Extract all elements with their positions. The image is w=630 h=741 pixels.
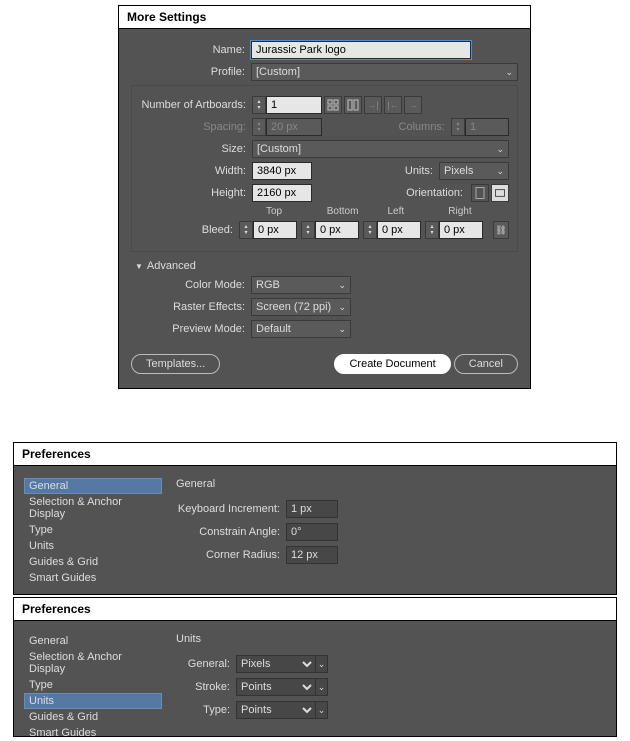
keyboard-increment-label: Keyboard Increment:	[176, 503, 286, 515]
create-document-button[interactable]: Create Document	[334, 354, 450, 374]
orientation-label: Orientation:	[312, 187, 469, 199]
sidebar-item-smart-guides[interactable]: Smart Guides	[24, 725, 162, 741]
artboard-group: Number of Artboards: →| |← → Spacing: Co…	[131, 85, 518, 252]
preferences-sidebar: General Selection & Anchor Display Type …	[24, 633, 162, 728]
spacing-label: Spacing:	[140, 121, 252, 133]
width-label: Width:	[140, 165, 252, 177]
section-heading: Units	[176, 633, 606, 645]
bleed-left-input[interactable]	[377, 221, 421, 239]
color-mode-label: Color Mode:	[131, 279, 251, 291]
section-heading: General	[176, 478, 606, 490]
sidebar-item-selection[interactable]: Selection & Anchor Display	[24, 494, 162, 522]
sidebar-item-type[interactable]: Type	[24, 522, 162, 538]
arrange-left-icon[interactable]: |←	[384, 96, 402, 114]
type-units-label: Type:	[176, 704, 236, 716]
arrange-right-icon[interactable]: →|	[364, 96, 382, 114]
constrain-angle-label: Constrain Angle:	[176, 526, 286, 538]
num-artboards-input[interactable]	[266, 96, 322, 114]
stroke-units-label: Stroke:	[176, 681, 236, 693]
preferences-sidebar: General Selection & Anchor Display Type …	[24, 478, 162, 586]
bleed-top-label: Top	[266, 206, 327, 217]
size-select[interactable]: [Custom]⌄	[252, 140, 509, 158]
bleed-label: Bleed:	[140, 224, 239, 236]
size-label: Size:	[140, 143, 252, 155]
preferences-general-dialog: Preferences General Selection & Anchor D…	[13, 442, 617, 595]
dialog-title: Preferences	[14, 598, 616, 621]
templates-button[interactable]: Templates...	[131, 354, 220, 374]
sidebar-item-smart-guides[interactable]: Smart Guides	[24, 570, 162, 586]
width-input[interactable]	[252, 162, 312, 180]
grid-by-col-icon[interactable]	[344, 96, 362, 114]
orientation-portrait-button[interactable]	[471, 184, 489, 202]
preview-mode-label: Preview Mode:	[131, 323, 251, 335]
name-input[interactable]	[251, 41, 471, 59]
chevron-down-icon	[316, 655, 328, 673]
arrange-down-icon[interactable]: →	[404, 96, 422, 114]
bleed-bottom-label: Bottom	[327, 206, 388, 217]
units-select[interactable]: Pixels⌄	[439, 162, 509, 180]
color-mode-select[interactable]: RGB⌄	[251, 276, 351, 294]
general-units-select[interactable]: Pixels	[236, 655, 316, 673]
name-label: Name:	[131, 44, 251, 56]
spacing-stepper	[252, 118, 266, 136]
sidebar-item-general[interactable]: General	[24, 633, 162, 649]
chevron-down-icon	[316, 701, 328, 719]
raster-effects-label: Raster Effects:	[131, 301, 251, 313]
preferences-units-dialog: Preferences General Selection & Anchor D…	[13, 597, 617, 737]
bleed-top-input[interactable]	[253, 221, 297, 239]
corner-radius-input[interactable]	[286, 546, 338, 564]
bleed-left-stepper[interactable]	[363, 221, 377, 239]
cancel-button[interactable]: Cancel	[454, 354, 518, 374]
bleed-right-label: Right	[448, 206, 509, 217]
chevron-down-icon	[316, 678, 328, 696]
num-artboards-label: Number of Artboards:	[140, 99, 252, 111]
bleed-right-stepper[interactable]	[425, 221, 439, 239]
dialog-title: Preferences	[14, 443, 616, 466]
orientation-landscape-button[interactable]	[491, 184, 509, 202]
sidebar-item-guides[interactable]: Guides & Grid	[24, 554, 162, 570]
sidebar-item-guides[interactable]: Guides & Grid	[24, 709, 162, 725]
sidebar-item-general[interactable]: General	[24, 478, 162, 494]
bleed-bottom-stepper[interactable]	[301, 221, 315, 239]
units-label: Units:	[312, 165, 439, 177]
advanced-disclosure[interactable]: ▼ Advanced	[135, 260, 518, 272]
keyboard-increment-input[interactable]	[286, 500, 338, 518]
bleed-right-input[interactable]	[439, 221, 483, 239]
height-input[interactable]	[252, 184, 312, 202]
sidebar-item-units[interactable]: Units	[24, 693, 162, 709]
corner-radius-label: Corner Radius:	[176, 549, 286, 561]
preview-mode-select[interactable]: Default⌄	[251, 320, 351, 338]
sidebar-item-type[interactable]: Type	[24, 677, 162, 693]
bleed-bottom-input[interactable]	[315, 221, 359, 239]
bleed-left-label: Left	[388, 206, 449, 217]
general-units-label: General:	[176, 658, 236, 670]
profile-label: Profile:	[131, 66, 251, 78]
columns-stepper	[451, 118, 465, 136]
chevron-down-icon: ▼	[135, 262, 143, 271]
sidebar-item-selection[interactable]: Selection & Anchor Display	[24, 649, 162, 677]
num-artboards-stepper[interactable]	[252, 96, 266, 114]
columns-label: Columns:	[322, 121, 451, 133]
sidebar-item-units[interactable]: Units	[24, 538, 162, 554]
type-units-select[interactable]: Points	[236, 701, 316, 719]
stroke-units-select[interactable]: Points	[236, 678, 316, 696]
new-document-dialog: More Settings Name: Profile: [Custom]⌄ N…	[118, 5, 531, 389]
constrain-angle-input[interactable]	[286, 523, 338, 541]
spacing-input	[266, 118, 322, 136]
columns-input	[465, 118, 509, 136]
grid-by-row-icon[interactable]	[324, 96, 342, 114]
bleed-top-stepper[interactable]	[239, 221, 253, 239]
raster-effects-select[interactable]: Screen (72 ppi)⌄	[251, 298, 351, 316]
profile-select[interactable]: [Custom]⌄	[251, 63, 518, 81]
link-bleed-icon[interactable]: ⛓	[493, 221, 509, 239]
height-label: Height:	[140, 187, 252, 199]
dialog-title: More Settings	[119, 6, 530, 29]
